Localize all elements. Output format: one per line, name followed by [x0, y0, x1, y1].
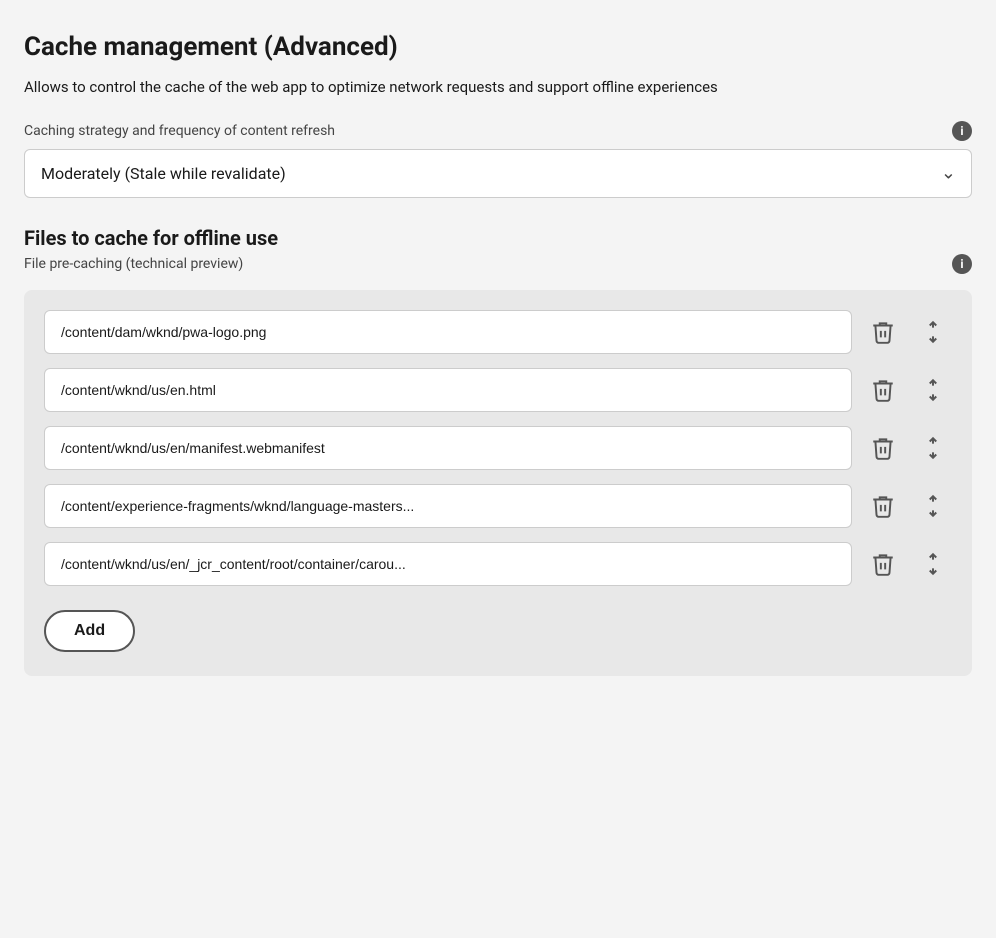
delete-file-1-button[interactable] — [864, 313, 902, 351]
reorder-file-3-button[interactable] — [914, 429, 952, 467]
delete-file-3-button[interactable] — [864, 429, 902, 467]
file-input-4[interactable] — [44, 484, 852, 528]
file-input-2[interactable] — [44, 368, 852, 412]
caching-strategy-info-icon[interactable]: i — [952, 121, 972, 141]
files-section-title: Files to cache for offline use — [24, 226, 972, 250]
delete-file-2-button[interactable] — [864, 371, 902, 409]
file-item-row — [44, 310, 952, 354]
caching-strategy-select[interactable]: Moderately (Stale while revalidate) — [24, 149, 972, 198]
file-input-5[interactable] — [44, 542, 852, 586]
reorder-file-4-button[interactable] — [914, 487, 952, 525]
file-item-row — [44, 484, 952, 528]
files-panel: Add — [24, 290, 972, 676]
page-title: Cache management (Advanced) — [24, 32, 972, 62]
file-precaching-info-icon[interactable]: i — [952, 254, 972, 274]
delete-file-5-button[interactable] — [864, 545, 902, 583]
reorder-file-1-button[interactable] — [914, 313, 952, 351]
file-item-row — [44, 426, 952, 470]
page-description: Allows to control the cache of the web a… — [24, 76, 972, 99]
caching-strategy-select-wrapper: Moderately (Stale while revalidate) ⌄ — [24, 149, 972, 198]
add-file-button[interactable]: Add — [44, 610, 135, 652]
file-input-1[interactable] — [44, 310, 852, 354]
file-item-row — [44, 542, 952, 586]
file-input-3[interactable] — [44, 426, 852, 470]
reorder-file-5-button[interactable] — [914, 545, 952, 583]
file-item-row — [44, 368, 952, 412]
files-section-subtitle: File pre-caching (technical preview) — [24, 256, 243, 272]
reorder-file-2-button[interactable] — [914, 371, 952, 409]
delete-file-4-button[interactable] — [864, 487, 902, 525]
caching-strategy-label: Caching strategy and frequency of conten… — [24, 123, 335, 139]
